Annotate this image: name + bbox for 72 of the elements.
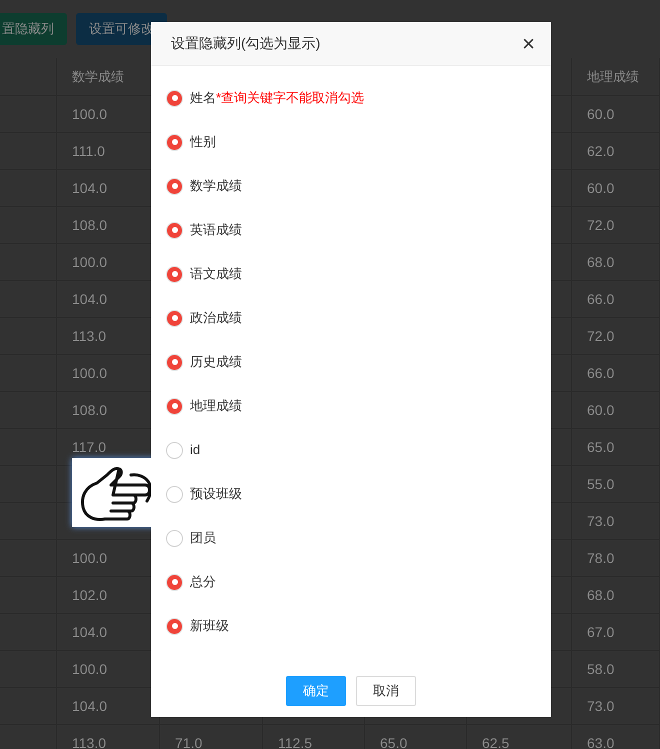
option-label: 地理成绩 [190,397,242,416]
radio-button[interactable] [166,266,183,282]
table-cell-text: 113.0 [72,734,106,749]
option-label: 数学成绩 [190,177,242,196]
table-cell-text: 111.0 [72,142,105,160]
option-label: 历史成绩 [190,353,242,372]
option-label: 新班级 [190,617,229,636]
table-cell-text: 66.0 [587,290,614,308]
table-cell-text: 78.0 [587,548,614,568]
radio-button[interactable] [166,90,183,106]
radio-button[interactable] [166,310,183,326]
table-cell-text: 100.0 [72,364,108,382]
table-cell-text: 100.0 [72,104,108,124]
table-cell-text: 68.0 [587,586,614,604]
dialog-button[interactable]: 确定 [286,676,346,706]
table-cell-text: 60.0 [587,104,614,124]
warning-note: *查询关键字不能取消勾选 [216,89,364,108]
option-label: 团员 [190,529,216,548]
table-cell-text: 100.0 [72,660,108,678]
table-cell-text: 72.0 [587,326,614,346]
table-cell-text: 73.0 [587,696,614,716]
table-cell-text: 102.0 [72,586,108,604]
table-cell-text: 100.0 [72,548,108,568]
option-label: 预设班级 [190,485,242,504]
radio-button[interactable] [166,486,183,502]
radio-button[interactable] [166,530,183,546]
table-cell-text: 108.0 [72,216,108,234]
option-label: 总分 [190,573,216,592]
dialog-button[interactable]: 取消 [356,676,416,706]
radio-button[interactable] [166,398,183,414]
table-cell-text: 66.0 [587,364,614,382]
toolbar-button[interactable]: 置隐藏列 [0,13,67,45]
option-label: 性别 [190,133,216,152]
table-cell-text: 104.0 [72,622,108,642]
table-cell-text: 112.5 [278,734,312,749]
radio-button[interactable] [166,134,183,150]
table-cell-text: 67.0 [587,622,614,642]
table-cell-text: 100.0 [72,252,108,272]
table-cell-text: 62.0 [587,142,614,160]
radio-button[interactable] [166,354,183,370]
table-cell-text: 117.0 [72,438,106,456]
radio-button[interactable] [166,222,183,238]
table-cell-text: 68.0 [587,252,614,272]
column-header: 数学成绩 [72,68,124,86]
table-cell-text: 60.0 [587,178,614,198]
table-cell-text: 62.5 [482,734,510,749]
close-button[interactable]: × [522,32,535,54]
table-cell-text: 58.0 [587,660,614,678]
table-cell-text: 55.0 [587,474,614,494]
table-cell-text: 65.0 [587,438,614,456]
radio-button[interactable] [166,442,183,458]
table-cell-text: 104.0 [72,290,108,308]
column-header: 地理成绩 [587,68,639,86]
table-cell-text: 104.0 [72,178,108,198]
option-label: 语文成绩 [190,265,242,284]
table-cell-text: 113.0 [72,326,106,346]
option-label: 政治成绩 [190,309,242,328]
table-cell-text: 72.0 [587,216,614,234]
option-label: 英语成绩 [190,221,242,240]
table-cell-text: 63.0 [587,734,614,749]
table-cell-text: 71.0 [175,734,202,749]
option-label: 姓名 [190,89,216,108]
table-cell-text: 60.0 [587,400,614,420]
table-cell-text: 104.0 [72,696,108,716]
radio-button[interactable] [166,178,183,194]
table-cell-text: 65.0 [380,734,408,749]
radio-button[interactable] [166,618,183,634]
radio-button[interactable] [166,574,183,590]
dialog-title: 设置隐藏列(勾选为显示) [171,34,320,53]
option-label: id [190,441,200,460]
table-cell-text: 73.0 [587,512,614,530]
table-cell-text: 108.0 [72,400,108,420]
